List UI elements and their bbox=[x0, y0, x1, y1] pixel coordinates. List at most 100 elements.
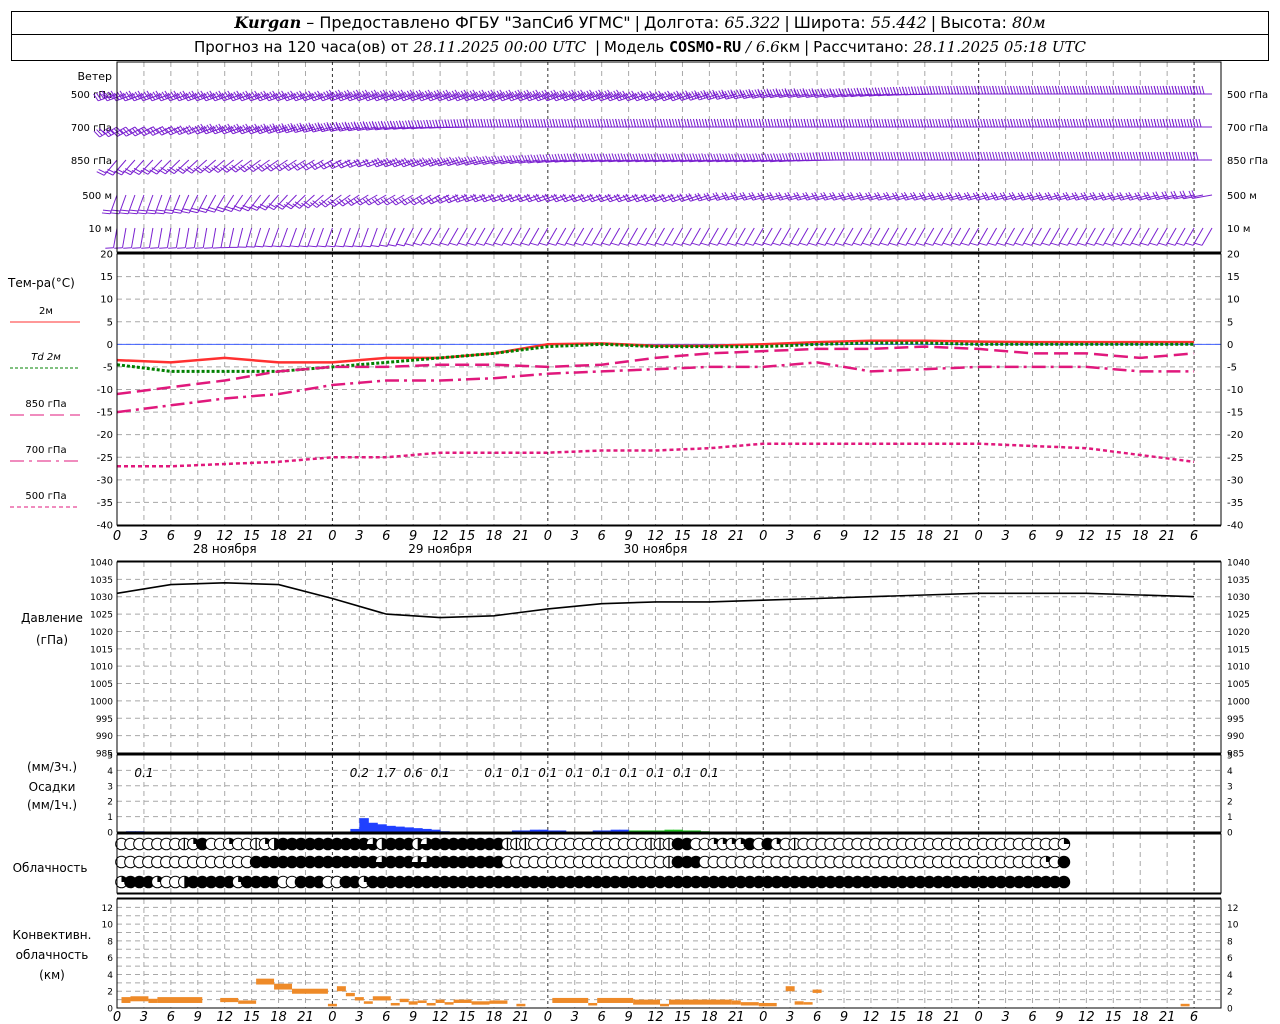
hour-tick-label: 0 bbox=[759, 1010, 767, 1024]
hour-tick-label: 0 bbox=[759, 529, 767, 544]
y-tick-label-right: 1040 bbox=[1227, 559, 1250, 569]
y-tick-label-right: 1005 bbox=[1227, 680, 1250, 690]
station-name: Kurgan bbox=[234, 13, 302, 32]
cloudiness-panel: Облачность bbox=[13, 837, 1071, 889]
convective-cloud-bar bbox=[758, 1002, 777, 1007]
y-tick-label-right: 5 bbox=[1227, 752, 1233, 762]
hour-tick-label: 6 bbox=[598, 529, 606, 544]
convective-cloud-bar bbox=[516, 1003, 526, 1007]
hour-tick-label: 9 bbox=[1055, 1010, 1063, 1024]
convective-cloud-bar bbox=[444, 1002, 454, 1005]
convective-cloud-bar bbox=[417, 1000, 427, 1003]
y-tick-label-left: 1010 bbox=[90, 663, 113, 673]
y-tick-label-right: 1035 bbox=[1227, 576, 1250, 586]
hour-tick-label: 12 bbox=[432, 1010, 449, 1024]
y-tick-label-right: -20 bbox=[1227, 430, 1243, 441]
hour-tick-label: 21 bbox=[297, 529, 314, 544]
hour-tick-label: 0 bbox=[113, 1010, 121, 1024]
y-tick-label-right: 5 bbox=[1227, 317, 1233, 328]
hour-tick-label: 12 bbox=[1078, 1010, 1095, 1024]
y-tick-label-right: 2 bbox=[1227, 988, 1233, 998]
convective-cloud-bar bbox=[552, 997, 589, 1003]
cloudiness-title: Облачность bbox=[13, 861, 88, 875]
y-tick-label-left: 6 bbox=[107, 954, 113, 964]
y-tick-label-left: -20 bbox=[97, 430, 113, 441]
hour-tick-label: 6 bbox=[1028, 529, 1036, 544]
background bbox=[0, 0, 1280, 1024]
y-tick-label-right: 10 bbox=[1227, 921, 1239, 931]
precip-3h-total: 0.1 bbox=[134, 766, 153, 780]
wind-level-label-right: 850 гПа bbox=[1227, 156, 1268, 167]
precip-unit-3h: (мм/3ч.) bbox=[27, 760, 77, 774]
day-label: 29 ноября bbox=[408, 542, 472, 556]
hour-tick-label: 6 bbox=[813, 529, 821, 544]
temperature-title: Тем-ра(°C) bbox=[7, 276, 75, 290]
header-separator: | bbox=[594, 38, 601, 56]
y-tick-label-right: 8 bbox=[1227, 937, 1233, 947]
model-resolution-unit: км bbox=[779, 38, 801, 56]
hour-tick-label: 21 bbox=[297, 1010, 314, 1024]
y-tick-label-left: 1 bbox=[107, 813, 113, 823]
y-tick-label-right: -30 bbox=[1227, 475, 1243, 486]
forecast-start-time: 28.11.2025 00:00 UTC bbox=[413, 38, 587, 56]
convective-cloud-bar bbox=[471, 1001, 490, 1005]
hour-tick-label: 9 bbox=[624, 1010, 632, 1024]
pressure-title: Давление bbox=[21, 611, 83, 625]
hour-tick-label: 12 bbox=[863, 1010, 880, 1024]
convective-cloud-bar bbox=[633, 999, 661, 1005]
convective-cloud-bar bbox=[812, 989, 822, 993]
convective-cloud-bar bbox=[363, 1001, 373, 1004]
hour-tick-label: 0 bbox=[975, 529, 983, 544]
hour-tick-label: 6 bbox=[1190, 1010, 1198, 1024]
hour-tick-label: 18 bbox=[486, 529, 503, 544]
header-station-row: Kurgan – Предоставлено ФГБУ "ЗапСиб УГМС… bbox=[11, 11, 1269, 35]
convective-cloud-bar bbox=[588, 1002, 598, 1006]
y-tick-label-left: -30 bbox=[97, 475, 113, 486]
y-tick-label-left: 1030 bbox=[90, 593, 113, 603]
convective-cloud-bar bbox=[121, 997, 131, 1003]
hour-tick-label: 3 bbox=[571, 1010, 579, 1024]
convective-cloud-bar bbox=[803, 1002, 813, 1005]
y-tick-label-left: 3 bbox=[107, 782, 113, 792]
precip-3h-total: 0.1 bbox=[565, 766, 584, 780]
hour-tick-label: 12 bbox=[863, 529, 880, 544]
precip-3h-total: 1.7 bbox=[377, 766, 396, 780]
y-tick-label-right: 1025 bbox=[1227, 611, 1250, 621]
convective-title-line1: Конвективн. bbox=[13, 928, 92, 942]
precipitation-bar bbox=[404, 827, 414, 832]
hour-tick-label: 18 bbox=[1132, 1010, 1149, 1024]
altitude-value: 80м bbox=[1011, 13, 1046, 32]
hour-tick-label: 21 bbox=[513, 529, 530, 544]
hour-tick-label: 15 bbox=[674, 1010, 691, 1024]
longitude-value: 65.322 bbox=[724, 13, 781, 32]
hour-tick-label: 3 bbox=[140, 529, 148, 544]
y-tick-label-left: 5 bbox=[107, 752, 113, 762]
y-tick-label-right: 1000 bbox=[1227, 697, 1250, 707]
convective-cloud-bar bbox=[597, 997, 634, 1003]
computed-label: Рассчитано: bbox=[813, 38, 909, 56]
hour-tick-label: 21 bbox=[513, 1010, 530, 1024]
hour-tick-label: 15 bbox=[890, 529, 907, 544]
hour-tick-label: 15 bbox=[1105, 1010, 1122, 1024]
wind-barb-feather bbox=[132, 247, 141, 249]
legend-label: 2м bbox=[39, 306, 53, 317]
legend-label: Td 2м bbox=[31, 352, 61, 363]
y-tick-label-right: 0 bbox=[1227, 340, 1233, 351]
hour-tick-label: 0 bbox=[544, 1010, 552, 1024]
y-tick-label-right: -5 bbox=[1227, 362, 1237, 373]
convective-cloud-bar bbox=[731, 1000, 741, 1005]
precip-3h-total: 0.1 bbox=[511, 766, 530, 780]
y-tick-label-left: -35 bbox=[97, 498, 113, 509]
wind-barb-feather bbox=[159, 247, 168, 249]
y-tick-label-right: 12 bbox=[1227, 904, 1238, 914]
hour-tick-label: 6 bbox=[382, 529, 390, 544]
hour-tick-label: 3 bbox=[355, 1010, 363, 1024]
y-tick-label-right: 990 bbox=[1227, 732, 1244, 742]
hour-tick-label: 21 bbox=[1159, 1010, 1176, 1024]
hour-tick-label: 9 bbox=[194, 1010, 202, 1024]
legend-label: 850 гПа bbox=[25, 399, 66, 410]
precip-3h-total: 0.1 bbox=[646, 766, 665, 780]
convective-cloud-bar bbox=[794, 1001, 804, 1005]
hour-tick-label: 21 bbox=[1159, 529, 1176, 544]
wind-level-label-right: 700 гПа bbox=[1227, 123, 1268, 134]
